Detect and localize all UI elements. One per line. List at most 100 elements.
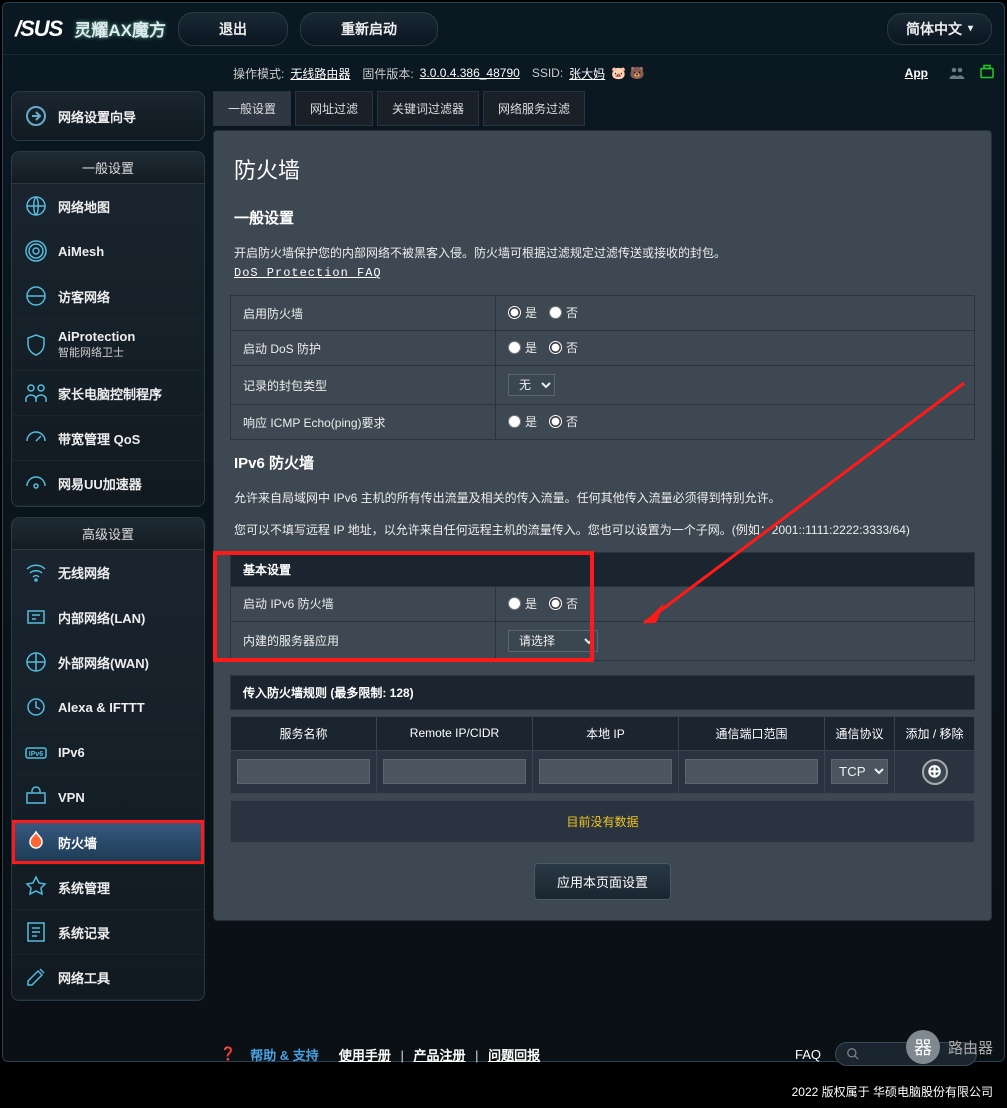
apply-button[interactable]: 应用本页面设置	[534, 863, 671, 900]
ipv6-fw-yes[interactable]: 是	[508, 595, 537, 612]
no-data: 目前没有数据	[230, 800, 975, 843]
watermark-icon: 器	[906, 1030, 940, 1064]
lan-icon	[24, 605, 48, 629]
enable-dos-no[interactable]: 否	[549, 339, 578, 356]
dos-faq-link[interactable]: DoS Protection FAQ	[234, 266, 382, 280]
nav-uu-accel[interactable]: 网易UU加速器	[12, 461, 204, 506]
top-bar: /SUS 灵耀AX魔方 退出 重新启动 简体中文	[3, 3, 1004, 55]
icmp-yes[interactable]: 是	[508, 413, 537, 430]
server-app-select[interactable]: 请选择	[508, 630, 598, 652]
faq-link[interactable]: FAQ	[795, 1047, 821, 1062]
remote-input[interactable]	[383, 759, 526, 784]
col-add: 添加 / 移除	[895, 716, 975, 750]
packet-type-select[interactable]: 无	[508, 374, 555, 396]
icmp-no[interactable]: 否	[549, 413, 578, 430]
enable-dos-label: 启动 DoS 防护	[231, 331, 496, 366]
enable-firewall-no[interactable]: 否	[549, 304, 578, 321]
language-select[interactable]: 简体中文	[887, 13, 992, 45]
usb-icon[interactable]	[978, 64, 996, 82]
proto-select[interactable]: TCP	[831, 759, 888, 784]
mesh-icon	[24, 239, 48, 263]
gauge-icon	[24, 426, 48, 450]
nav-qos[interactable]: 带宽管理 QoS	[12, 416, 204, 461]
copyright: 2022 版权属于 华硕电脑股份有限公司	[792, 1083, 993, 1100]
service-input[interactable]	[237, 759, 370, 784]
svg-text:IPv6: IPv6	[29, 751, 44, 758]
ipv6-desc2: 您可以不填写远程 IP 地址，以允许来自任何远程主机的流量传入。您也可以设置为一…	[214, 515, 991, 546]
ipv6-fw-no[interactable]: 否	[549, 595, 578, 612]
help-icon: ❓	[220, 1046, 236, 1062]
packet-type-label: 记录的封包类型	[231, 366, 496, 405]
firmware-link[interactable]: 3.0.0.4.386_48790	[420, 66, 520, 80]
ipv6-basic-table: 基本设置 启动 IPv6 防火墙 是否 内建的服务器应用 请选择	[230, 552, 975, 661]
reboot-button[interactable]: 重新启动	[300, 12, 438, 46]
nav-network-map[interactable]: 网络地图	[12, 184, 204, 229]
col-proto: 通信协议	[825, 716, 895, 750]
users-icon[interactable]	[948, 64, 966, 82]
footer-bar: ❓ 帮助 & 支持 使用手册 | 产品注册 | 问题回报 FAQ	[200, 1034, 997, 1074]
nav-aiprotection[interactable]: AiProtection智能网络卫士	[12, 319, 204, 371]
local-input[interactable]	[539, 759, 672, 784]
rules-table: 服务名称 Remote IP/CIDR 本地 IP 通信端口范围 通信协议 添加…	[230, 716, 975, 794]
tabs: 一般设置 网址过滤 关键词过滤器 网络服务过滤	[213, 91, 992, 126]
logout-button[interactable]: 退出	[178, 12, 288, 46]
ipv6-fw-label: 启动 IPv6 防火墙	[231, 586, 496, 621]
ssid-label: SSID:	[532, 66, 563, 80]
nav-firewall[interactable]: 防火墙	[12, 820, 204, 865]
add-rule-button[interactable]: ⊕	[922, 759, 948, 785]
nav-wireless[interactable]: 无线网络	[12, 550, 204, 595]
opmode-link[interactable]: 无线路由器	[290, 65, 350, 82]
nav-alexa[interactable]: Alexa & IFTTT	[12, 685, 204, 730]
wan-icon	[24, 650, 48, 674]
ipv6-title: IPv6 防火墙	[214, 446, 991, 483]
nav-nettools[interactable]: 网络工具	[12, 955, 204, 1000]
log-icon	[24, 920, 48, 944]
tab-url-filter[interactable]: 网址过滤	[295, 91, 373, 126]
ssid-link[interactable]: 张大妈	[569, 65, 605, 82]
register-link[interactable]: 产品注册	[413, 1048, 465, 1063]
wizard-icon	[24, 104, 48, 128]
tab-service-filter[interactable]: 网络服务过滤	[483, 91, 585, 126]
nav-parental[interactable]: 家长电脑控制程序	[12, 371, 204, 416]
tools-icon	[24, 965, 48, 989]
col-local: 本地 IP	[532, 716, 678, 750]
nav-vpn[interactable]: VPN	[12, 775, 204, 820]
tab-keyword-filter[interactable]: 关键词过滤器	[377, 91, 479, 126]
section1-title: 一般设置	[214, 201, 991, 238]
nav-wan[interactable]: 外部网络(WAN)	[12, 640, 204, 685]
nav-syslog[interactable]: 系统记录	[12, 910, 204, 955]
ipv6-desc1: 允许来自局域网中 IPv6 主机的所有传出流量及相关的传入流量。任何其他传入流量…	[214, 483, 991, 514]
nav-ipv6[interactable]: IPv6IPv6	[12, 730, 204, 775]
col-port: 通信端口范围	[678, 716, 824, 750]
sidebar: 网络设置向导 一般设置 网络地图 AiMesh 访客网络 AiProtectio…	[3, 91, 213, 1061]
boost-icon	[24, 471, 48, 495]
status-bar: 操作模式: 无线路由器 固件版本: 3.0.0.4.386_48790 SSID…	[3, 55, 1004, 91]
general-section-title: 一般设置	[12, 152, 204, 184]
logo: /SUS	[15, 16, 62, 42]
help-link[interactable]: 帮助 & 支持	[250, 1045, 319, 1064]
globe-icon	[24, 194, 48, 218]
nav-guest-network[interactable]: 访客网络	[12, 274, 204, 319]
feedback-link[interactable]: 问题回报	[488, 1048, 540, 1063]
app-link[interactable]: App	[905, 66, 928, 80]
advanced-section-title: 高级设置	[12, 518, 204, 550]
network-wizard[interactable]: 网络设置向导	[11, 91, 205, 141]
nav-aimesh[interactable]: AiMesh	[12, 229, 204, 274]
nav-admin[interactable]: 系统管理	[12, 865, 204, 910]
manual-link[interactable]: 使用手册	[339, 1048, 391, 1063]
server-app-label: 内建的服务器应用	[231, 621, 496, 660]
firmware-label: 固件版本:	[362, 65, 413, 82]
icmp-echo-label: 响应 ICMP Echo(ping)要求	[231, 405, 496, 440]
rules-header-table: 传入防火墙规则 (最多限制: 128)	[230, 675, 975, 710]
enable-dos-yes[interactable]: 是	[508, 339, 537, 356]
ipv6-icon: IPv6	[24, 740, 48, 764]
ssid-emoji: 🐷 🐻	[611, 66, 644, 80]
basic-settings-header: 基本设置	[231, 552, 975, 586]
tab-general[interactable]: 一般设置	[213, 91, 291, 126]
enable-firewall-yes[interactable]: 是	[508, 304, 537, 321]
firewall-panel: 防火墙 一般设置 开启防火墙保护您的内部网络不被黑客入侵。防火墙可根据过滤规定过…	[213, 130, 992, 921]
port-input[interactable]	[685, 759, 818, 784]
admin-icon	[24, 875, 48, 899]
general-table: 启用防火墙 是否 启动 DoS 防护 是否 记录的封包类型 无 响应 ICMP …	[230, 295, 975, 440]
nav-lan[interactable]: 内部网络(LAN)	[12, 595, 204, 640]
